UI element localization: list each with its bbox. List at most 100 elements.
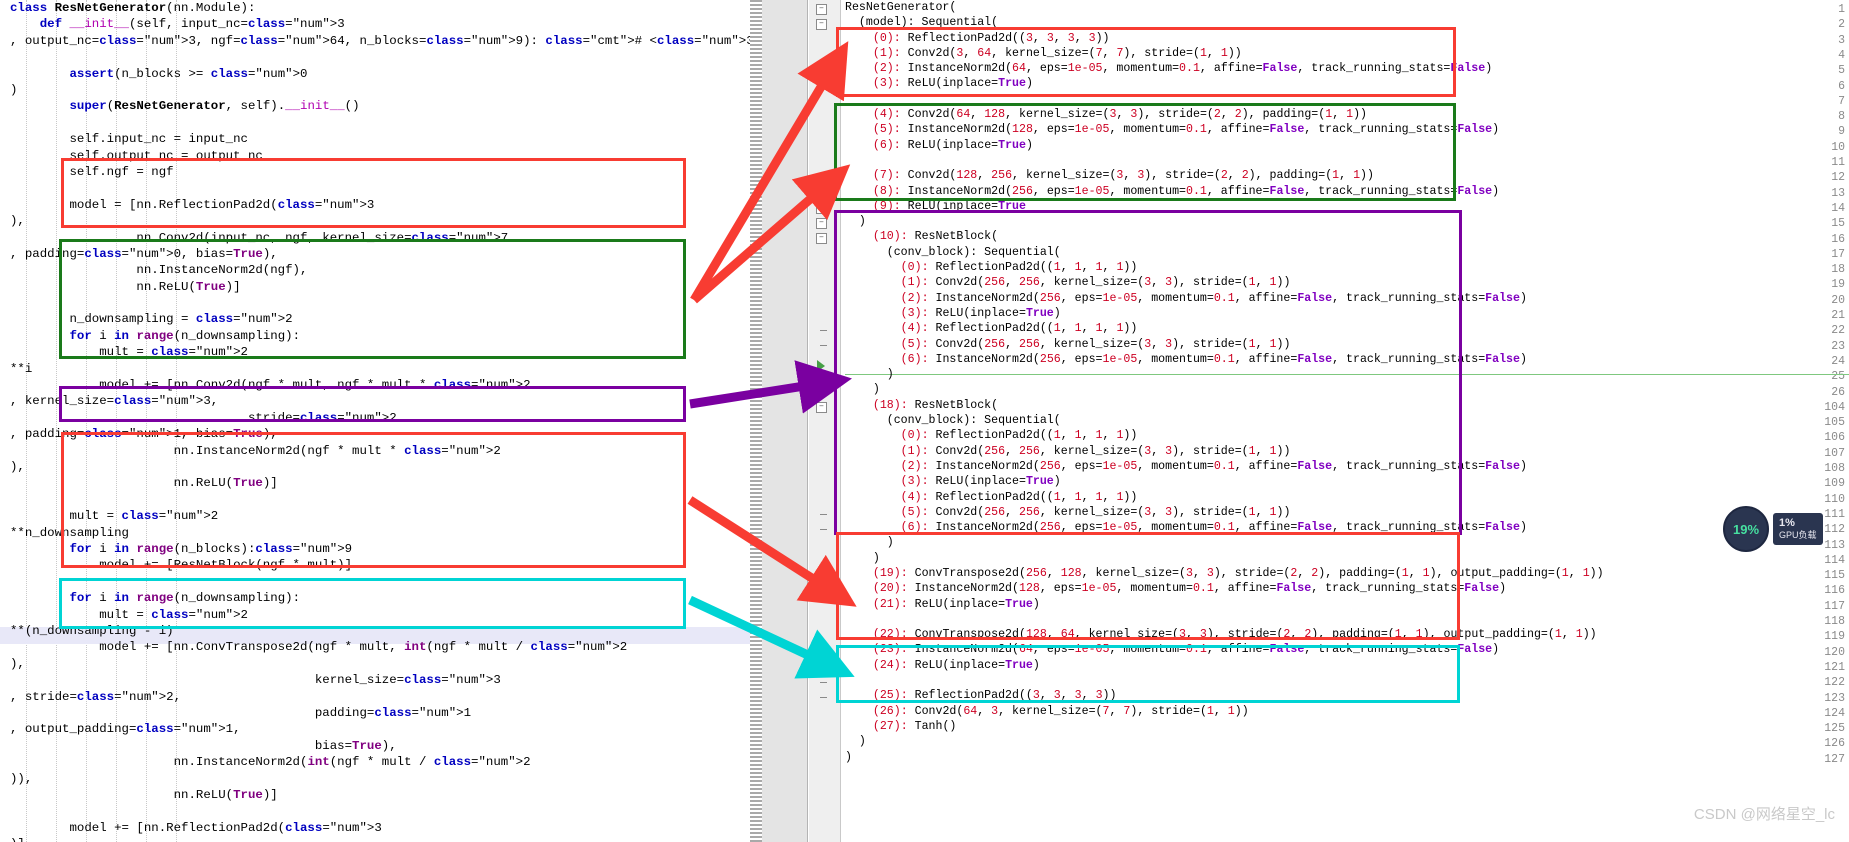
code-line: mult = class="num">2 bbox=[10, 509, 219, 524]
source-code-editor-pane[interactable]: class ResNetGenerator(nn.Module): def __… bbox=[0, 0, 750, 842]
output-line: (2): InstanceNorm2d(256, eps=1e-05, mome… bbox=[900, 459, 1527, 473]
fold-toggle-icon[interactable] bbox=[816, 203, 827, 214]
run-marker-icon[interactable] bbox=[817, 360, 825, 372]
output-line: (23): InstanceNorm2d(64, eps=1e-05, mome… bbox=[872, 643, 1500, 657]
output-line: (27): Tanh() bbox=[872, 719, 957, 733]
output-line: ) bbox=[845, 536, 894, 550]
gpu-usage-dial: 19% bbox=[1723, 506, 1769, 552]
fold-tick-icon bbox=[816, 509, 827, 520]
code-line: mult = class="num">2 bbox=[10, 345, 248, 360]
fold-tick-icon bbox=[816, 340, 827, 351]
gpu-usage-widget[interactable]: 19% 1% GPU负载 bbox=[1723, 506, 1841, 552]
fold-toggle-icon[interactable] bbox=[816, 218, 827, 229]
output-line: (4): Conv2d(64, 128, kernel_size=(3, 3),… bbox=[872, 108, 1367, 122]
code-line: model += [nn.ConvTranspose2d(ngf * mult,… bbox=[10, 640, 628, 655]
fold-toggle-icon[interactable] bbox=[816, 233, 827, 244]
output-line: (20): InstanceNorm2d(128, eps=1e-05, mom… bbox=[872, 582, 1507, 596]
output-line: (1): Conv2d(3, 64, kernel_size=(7, 7), s… bbox=[872, 46, 1242, 60]
code-line: mult = class="num">2 bbox=[10, 607, 248, 622]
code-line: model = [nn.ReflectionPad2d(class="num">… bbox=[10, 197, 375, 212]
scrollbar-strip[interactable] bbox=[750, 0, 762, 842]
output-line: ) bbox=[845, 750, 852, 764]
output-line: (3): ReLU(inplace=True) bbox=[900, 306, 1061, 320]
output-line: (26): Conv2d(64, 3, kernel_size=(7, 7), … bbox=[872, 704, 1249, 718]
output-line: (9): ReLU(inplace=True bbox=[872, 199, 1026, 213]
fold-toggle-icon[interactable] bbox=[816, 4, 827, 15]
output-line: (conv_block): Sequential( bbox=[886, 414, 1061, 428]
output-line: ) bbox=[845, 551, 880, 565]
left-editor-gutter bbox=[0, 0, 10, 842]
fold-tick-icon bbox=[816, 325, 827, 336]
output-line: (6): InstanceNorm2d(256, eps=1e-05, mome… bbox=[900, 352, 1527, 366]
code-folding-gutter[interactable] bbox=[809, 0, 841, 842]
code-line: nn.ReLU(True)] bbox=[10, 279, 241, 294]
code-line: model += [nn.Conv2d(ngf * mult, ngf * mu… bbox=[10, 378, 531, 393]
output-line: (5): Conv2d(256, 256, kernel_size=(3, 3)… bbox=[900, 337, 1291, 351]
model-repr-output[interactable]: ResNetGenerator( (model): Sequential( (0… bbox=[845, 0, 1849, 842]
code-line: class ResNetGenerator(nn.Module): bbox=[10, 1, 256, 15]
output-line: (5): InstanceNorm2d(128, eps=1e-05, mome… bbox=[872, 123, 1500, 137]
code-line: self.output_nc = output_nc bbox=[10, 148, 263, 163]
code-line: def __init__(self, input_nc=class="num">… bbox=[39, 17, 345, 32]
code-line: bias=True), bbox=[10, 738, 397, 753]
output-line: (2): InstanceNorm2d(256, eps=1e-05, mome… bbox=[900, 291, 1527, 305]
output-line: ) bbox=[845, 383, 880, 397]
output-line: (24): ReLU(inplace=True) bbox=[872, 658, 1040, 672]
screenshot-root: class ResNetGenerator(nn.Module): def __… bbox=[0, 0, 1849, 842]
code-line: kernel_size=class="num">3 bbox=[10, 673, 501, 688]
code-line: n_downsampling = class="num">2 bbox=[10, 312, 293, 327]
gpu-usage-value: 19% bbox=[1732, 521, 1760, 537]
fold-toggle-icon[interactable] bbox=[816, 402, 827, 413]
output-line: (18): ResNetBlock( bbox=[872, 398, 999, 412]
output-line: (conv_block): Sequential( bbox=[886, 245, 1061, 259]
code-line: assert(n_blocks >= class="num">0 bbox=[69, 66, 308, 81]
output-line: (7): Conv2d(128, 256, kernel_size=(3, 3)… bbox=[872, 169, 1374, 183]
output-line: (6): InstanceNorm2d(256, eps=1e-05, mome… bbox=[900, 521, 1527, 535]
code-line: padding=class="num">1 bbox=[10, 705, 472, 720]
fold-tick-icon bbox=[816, 692, 827, 703]
output-line: ) bbox=[845, 368, 894, 382]
fold-toggle-icon[interactable] bbox=[816, 19, 827, 30]
output-line: (0): ReflectionPad2d((1, 1, 1, 1)) bbox=[900, 429, 1138, 443]
fold-tick-icon bbox=[816, 677, 827, 688]
watermark-text: CSDN @网络星空_lc bbox=[1693, 806, 1835, 823]
gpu-load-label: GPU负载 bbox=[1779, 530, 1817, 540]
output-line: (25): ReflectionPad2d((3, 3, 3, 3)) bbox=[872, 689, 1117, 703]
code-line: stride=class="num">2 bbox=[10, 410, 397, 425]
code-line: nn.InstanceNorm2d(int(ngf * mult / class… bbox=[10, 755, 531, 770]
code-line: nn.ReLU(True)] bbox=[10, 787, 278, 802]
code-line: super(ResNetGenerator, self).__init__() bbox=[69, 99, 360, 114]
code-line: nn.Conv2d(input_nc, ngf, kernel_size=cla… bbox=[10, 230, 509, 245]
model-output-pane[interactable]: 1 2 3 4 5 6 7 8 9 10 11 12 13 14 15 16 17 18 19 20 21 22 23 24 2… bbox=[750, 0, 1849, 842]
output-line: (8): InstanceNorm2d(256, eps=1e-05, mome… bbox=[872, 184, 1500, 198]
gpu-load-panel: 1% GPU负载 bbox=[1773, 513, 1823, 545]
output-line: (3): ReLU(inplace=True) bbox=[872, 77, 1033, 91]
code-line: self.input_nc = input_nc bbox=[10, 132, 248, 147]
fold-tick-icon bbox=[816, 524, 827, 535]
output-line: ) bbox=[845, 735, 866, 749]
code-line: for i in range(n_blocks):class="num">9 bbox=[69, 542, 353, 557]
output-line: (3): ReLU(inplace=True) bbox=[900, 475, 1061, 489]
code-line: self.ngf = ngf bbox=[10, 164, 174, 179]
code-line: nn.ReLU(True)] bbox=[10, 476, 278, 491]
output-line: (6): ReLU(inplace=True) bbox=[872, 138, 1033, 152]
output-line: ) bbox=[845, 215, 866, 229]
python-source-code[interactable]: class ResNetGenerator(nn.Module): def __… bbox=[10, 0, 750, 842]
output-line: (2): InstanceNorm2d(64, eps=1e-05, momen… bbox=[872, 62, 1493, 76]
code-line: for i in range(n_downsampling): bbox=[69, 591, 301, 606]
output-line: (22): ConvTranspose2d(128, 64, kernel_si… bbox=[872, 628, 1597, 642]
output-line: (10): ResNetBlock( bbox=[872, 230, 999, 244]
code-line: nn.InstanceNorm2d(ngf), bbox=[10, 263, 308, 278]
output-line: (1): Conv2d(256, 256, kernel_size=(3, 3)… bbox=[900, 276, 1291, 290]
output-line: (0): ReflectionPad2d((1, 1, 1, 1)) bbox=[900, 261, 1138, 275]
